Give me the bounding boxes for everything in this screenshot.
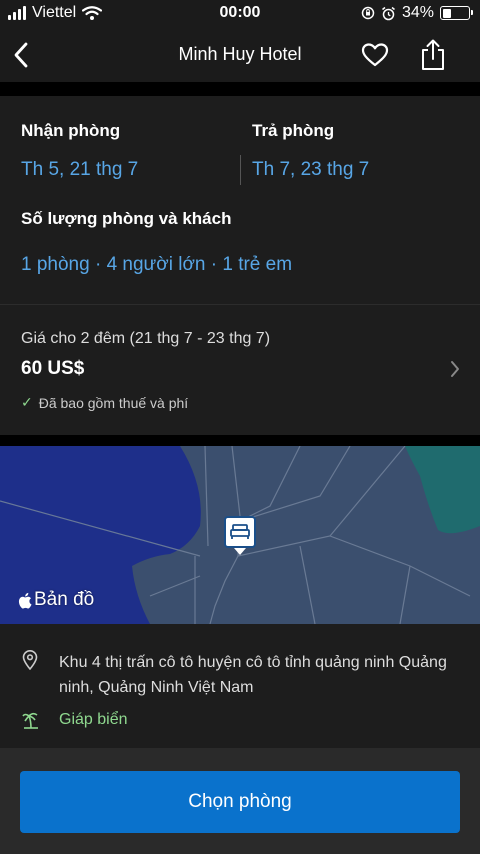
orientation-lock-icon (361, 6, 375, 20)
apple-logo-icon (18, 592, 32, 609)
section-divider (0, 82, 480, 96)
checkout-date[interactable]: Th 7, 23 thg 7 (252, 159, 369, 181)
status-right: 34% (361, 4, 473, 22)
alarm-icon (382, 6, 395, 20)
signal-strength-icon (8, 6, 26, 20)
check-icon: ✓ (21, 394, 33, 410)
date-separator (240, 155, 241, 185)
section-divider (0, 435, 480, 446)
battery-icon (440, 6, 473, 20)
carrier-name: Viettel (32, 4, 77, 21)
select-room-button[interactable]: Chọn phòng (20, 771, 460, 833)
maps-attribution: Bản đồ (18, 589, 94, 611)
price-note: ✓ Đã bao gồm thuế và phí (21, 394, 188, 411)
bed-icon (230, 524, 250, 539)
status-left: Viettel (8, 4, 103, 22)
page-title: Minh Huy Hotel (178, 44, 302, 64)
battery-percent: 34% (401, 4, 434, 21)
nav-bar: Minh Huy Hotel (0, 28, 480, 82)
map-marker-pointer (234, 548, 246, 555)
beach-icon-wrap (22, 711, 40, 734)
checkout-label: Trả phòng (252, 121, 335, 140)
heart-icon (361, 43, 389, 67)
share-icon (422, 39, 444, 70)
price-details-button[interactable] (450, 360, 460, 383)
chevron-right-icon (451, 361, 459, 377)
guests-label: Số lượng phòng và khách (21, 209, 232, 228)
checkin-label: Nhận phòng (21, 121, 121, 140)
price-value: 60 US$ (21, 358, 85, 379)
price-note-text: Đã bao gồm thuế và phí (38, 394, 189, 411)
beach-feature: Giáp biển (59, 711, 128, 728)
battery-fill (442, 8, 451, 18)
map-hotel-marker[interactable] (224, 516, 256, 548)
location-pin-icon (22, 650, 38, 671)
wifi-icon (82, 6, 103, 20)
back-button[interactable] (4, 38, 38, 72)
checkin-date[interactable]: Th 5, 21 thg 7 (21, 159, 138, 181)
hotel-address: Khu 4 thị trấn cô tô huyện cô tô tỉnh qu… (59, 654, 447, 696)
price-caption: Giá cho 2 đêm (21 thg 7 - 23 thg 7) (21, 330, 271, 347)
beach-icon (22, 712, 38, 729)
chevron-left-icon (14, 42, 28, 68)
maps-label: Bản đồ (34, 589, 95, 610)
favorite-button[interactable] (358, 38, 392, 72)
status-bar: Viettel 00:00 34% (0, 0, 480, 28)
location-icon-wrap (22, 650, 38, 675)
guests-value[interactable]: 1 phòng · 4 người lớn · 1 trẻ em (21, 254, 292, 276)
share-button[interactable] (416, 38, 450, 72)
